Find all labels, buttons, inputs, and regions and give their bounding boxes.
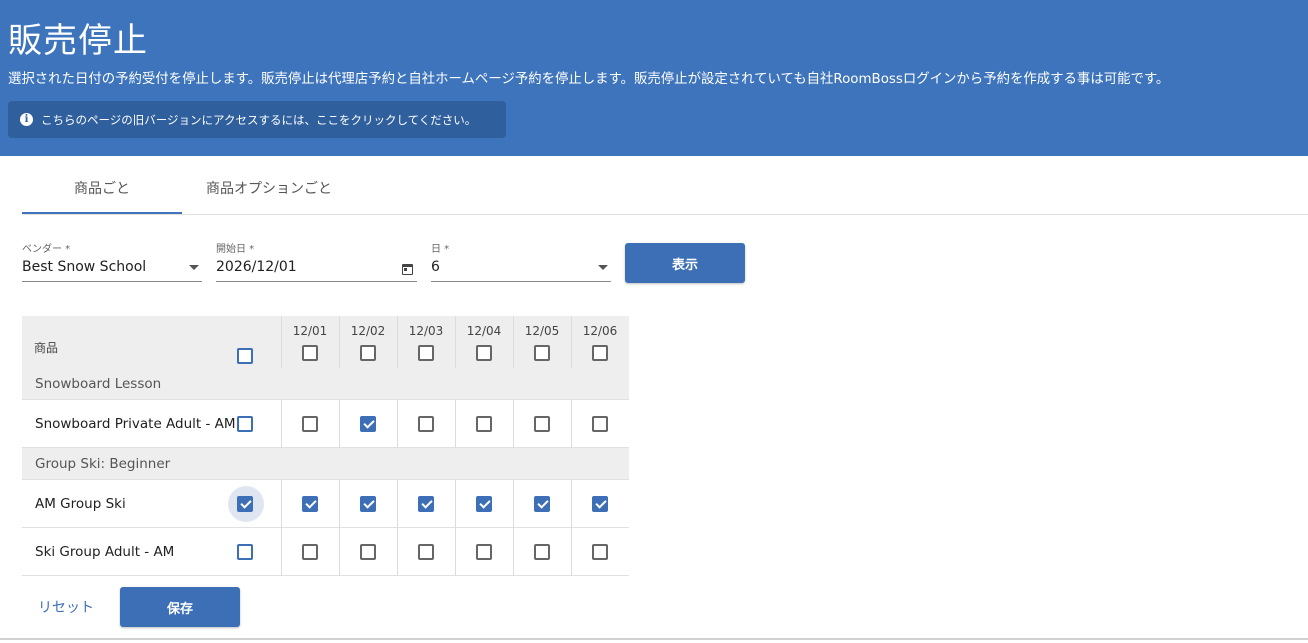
vendor-select[interactable]: ベンダー * Best Snow School — [22, 240, 202, 282]
start-date-label: 開始日 * — [216, 244, 255, 255]
chevron-down-icon — [189, 265, 199, 270]
show-button[interactable]: 表示 — [625, 243, 745, 283]
days-select[interactable]: 日 * 6 — [431, 240, 611, 282]
select-date-column-checkbox[interactable] — [592, 345, 608, 361]
legacy-version-text: こちらのページの旧バージョンにアクセスするには、ここをクリックしてください。 — [41, 112, 477, 127]
tab-by-product-option[interactable]: 商品オプションごと — [182, 162, 356, 214]
day-stop-sell-checkbox[interactable] — [360, 544, 376, 560]
date-column-header: 12/04 — [466, 324, 502, 338]
product-group-row: Group Ski: Beginner — [22, 448, 629, 480]
day-stop-sell-checkbox[interactable] — [592, 496, 608, 512]
product-label: Ski Group Adult - AM — [35, 544, 175, 560]
day-stop-sell-checkbox[interactable] — [592, 544, 608, 560]
product-row: Snowboard Private Adult - AM — [22, 400, 629, 448]
date-column-header: 12/05 — [524, 324, 560, 338]
vendor-label: ベンダー * — [22, 244, 71, 255]
tab-by-product[interactable]: 商品ごと — [22, 162, 182, 214]
select-date-column-checkbox[interactable] — [360, 345, 376, 361]
day-stop-sell-checkbox[interactable] — [302, 416, 318, 432]
column-divider — [513, 480, 514, 528]
select-row-checkbox[interactable] — [237, 416, 253, 432]
legacy-version-link[interactable]: i こちらのページの旧バージョンにアクセスするには、ここをクリックしてください。 — [8, 101, 506, 138]
day-stop-sell-checkbox[interactable] — [418, 496, 434, 512]
column-divider — [281, 400, 282, 448]
days-value: 6 — [431, 259, 440, 275]
product-label: Snowboard Private Adult - AM — [35, 416, 236, 432]
day-stop-sell-checkbox[interactable] — [418, 544, 434, 560]
product-label: AM Group Ski — [35, 496, 126, 512]
day-stop-sell-checkbox[interactable] — [592, 416, 608, 432]
column-divider — [397, 400, 398, 448]
select-date-column-checkbox[interactable] — [534, 345, 550, 361]
day-stop-sell-checkbox[interactable] — [476, 544, 492, 560]
day-stop-sell-checkbox[interactable] — [302, 544, 318, 560]
column-divider — [281, 528, 282, 576]
day-stop-sell-checkbox[interactable] — [534, 544, 550, 560]
day-stop-sell-checkbox[interactable] — [476, 496, 492, 512]
day-stop-sell-checkbox[interactable] — [476, 416, 492, 432]
reset-button[interactable]: リセット — [26, 587, 106, 627]
column-divider — [513, 528, 514, 576]
active-tab-indicator — [22, 212, 182, 214]
select-all-checkbox[interactable] — [237, 348, 253, 364]
column-divider — [455, 480, 456, 528]
select-row-checkbox[interactable] — [237, 544, 253, 560]
date-column-header: 12/06 — [582, 324, 618, 338]
page-title: 販売停止 — [8, 21, 148, 61]
product-group-label: Group Ski: Beginner — [35, 456, 171, 472]
day-stop-sell-checkbox[interactable] — [534, 416, 550, 432]
column-divider — [571, 400, 572, 448]
column-divider — [571, 528, 572, 576]
select-date-column-checkbox[interactable] — [418, 345, 434, 361]
info-icon: i — [20, 113, 33, 126]
start-date-value: 2026/12/01 — [216, 259, 297, 275]
column-divider — [281, 480, 282, 528]
date-column-header: 12/03 — [408, 324, 444, 338]
column-divider — [397, 528, 398, 576]
select-date-column-checkbox[interactable] — [302, 345, 318, 361]
day-stop-sell-checkbox[interactable] — [302, 496, 318, 512]
bottom-divider — [0, 638, 1308, 640]
column-divider — [455, 528, 456, 576]
day-stop-sell-checkbox[interactable] — [418, 416, 434, 432]
page-header: 販売停止 選択された日付の予約受付を停止します。販売停止は代理店予約と自社ホーム… — [0, 0, 1308, 156]
column-divider — [339, 528, 340, 576]
column-divider — [397, 480, 398, 528]
calendar-icon[interactable] — [402, 264, 413, 275]
product-row: Ski Group Adult - AM — [22, 528, 629, 576]
chevron-down-icon — [598, 265, 608, 270]
day-stop-sell-checkbox[interactable] — [360, 416, 376, 432]
column-divider — [571, 480, 572, 528]
vendor-value: Best Snow School — [22, 259, 147, 275]
product-row: AM Group Ski — [22, 480, 629, 528]
day-stop-sell-checkbox[interactable] — [534, 496, 550, 512]
column-divider — [339, 400, 340, 448]
select-date-column-checkbox[interactable] — [476, 345, 492, 361]
product-group-label: Snowboard Lesson — [35, 376, 162, 392]
start-date-field[interactable]: 開始日 * 2026/12/01 — [216, 240, 417, 282]
column-divider — [513, 400, 514, 448]
date-column-header: 12/02 — [350, 324, 386, 338]
days-label: 日 * — [431, 244, 450, 255]
day-stop-sell-checkbox[interactable] — [360, 496, 376, 512]
tab-bar: 商品ごと 商品オプションごと — [22, 162, 1308, 215]
date-column-header: 12/01 — [292, 324, 328, 338]
save-button[interactable]: 保存 — [120, 587, 240, 627]
page-description: 選択された日付の予約受付を停止します。販売停止は代理店予約と自社ホームページ予約… — [8, 72, 1170, 87]
column-divider — [339, 480, 340, 528]
grid-header: 商品 12/01 12/02 12/03 12/04 12/05 12/06 — [22, 316, 629, 368]
column-divider — [455, 400, 456, 448]
product-column-header: 商品 — [34, 341, 59, 355]
product-group-row: Snowboard Lesson — [22, 368, 629, 400]
select-row-checkbox[interactable] — [237, 496, 253, 512]
